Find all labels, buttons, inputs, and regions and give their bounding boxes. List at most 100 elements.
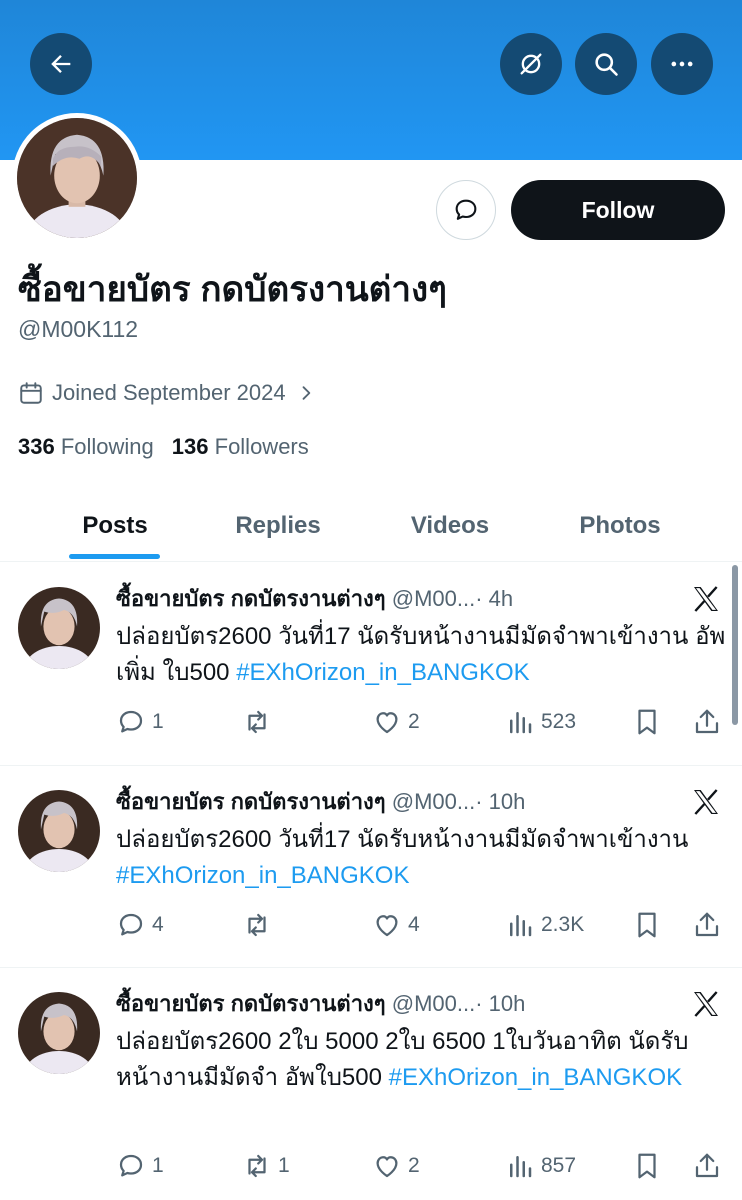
- post-author-name[interactable]: ซื้อขายบัตร กดบัตรงานต่างๆ: [116, 991, 386, 1016]
- post-text: ปล่อยบัตร2600 2ใบ 5000 2ใบ 6500 1ใบวันอา…: [116, 1024, 728, 1096]
- post-hashtag[interactable]: #EXhOrizon_in_BANGKOK: [236, 659, 529, 686]
- repost-icon: [248, 913, 266, 937]
- post-item[interactable]: ซื้อขายบัตร กดบัตรงานต่างๆ @M00...· 10h …: [0, 766, 742, 968]
- post-actions: 1 2 523: [116, 702, 728, 742]
- views-button[interactable]: 2.3K: [505, 905, 584, 945]
- repost-count: 1: [278, 1154, 290, 1177]
- views-icon: [510, 915, 532, 937]
- followers-count: 136: [171, 434, 209, 459]
- profile-avatar[interactable]: [12, 113, 142, 243]
- post-text: ปล่อยบัตร2600 วันที่17 นัดรับหน้างานมีมั…: [116, 619, 728, 691]
- repost-button[interactable]: [242, 905, 278, 945]
- heart-icon: [376, 915, 398, 937]
- message-icon: [455, 199, 477, 220]
- x-logo-icon: [694, 991, 718, 1017]
- arrow-left-icon: [51, 55, 71, 73]
- post-header: ซื้อขายบัตร กดบัตรงานต่างๆ @M00...· 4h: [116, 581, 513, 616]
- bookmark-icon: [638, 1153, 656, 1179]
- post-avatar[interactable]: [18, 790, 100, 872]
- tab-replies[interactable]: Replies: [203, 490, 353, 562]
- post-item[interactable]: ซื้อขายบัตร กดบัตรงานต่างๆ @M00...· 10h …: [0, 968, 742, 1200]
- bookmark-button[interactable]: [632, 905, 668, 945]
- reply-button[interactable]: 1: [116, 702, 164, 742]
- post-author-name[interactable]: ซื้อขายบัตร กดบัตรงานต่างๆ: [116, 789, 386, 814]
- post-item[interactable]: ซื้อขายบัตร กดบัตรงานต่างๆ @M00...· 4h ป…: [0, 563, 742, 766]
- share-button[interactable]: [692, 1146, 728, 1186]
- repost-button[interactable]: 1: [242, 1146, 290, 1186]
- post-time[interactable]: · 10h: [475, 789, 525, 814]
- follow-button[interactable]: Follow: [511, 180, 725, 240]
- calendar-icon: [20, 382, 42, 404]
- following-count: 336: [18, 434, 55, 459]
- heart-icon: [376, 1156, 398, 1178]
- reply-button[interactable]: 4: [116, 905, 164, 945]
- following-label: Following: [60, 434, 154, 459]
- post-author-handle[interactable]: @M00...: [392, 789, 475, 814]
- repost-button[interactable]: [242, 702, 278, 742]
- like-count: 2: [408, 710, 420, 733]
- repost-icon: [248, 710, 266, 734]
- heart-icon: [376, 712, 398, 734]
- reply-icon: [119, 913, 143, 936]
- repost-icon: [248, 1154, 266, 1178]
- share-button[interactable]: [692, 702, 728, 742]
- like-button[interactable]: 2: [372, 1146, 420, 1186]
- tab-posts[interactable]: Posts: [40, 490, 190, 562]
- avatar-image: [18, 790, 100, 872]
- reply-button[interactable]: 1: [116, 1146, 164, 1186]
- post-time[interactable]: · 10h: [475, 991, 525, 1016]
- post-time[interactable]: · 4h: [475, 586, 513, 611]
- views-button[interactable]: 857: [505, 1146, 576, 1186]
- bookmark-button[interactable]: [632, 702, 668, 742]
- avatar-image: [17, 118, 137, 238]
- profile-handle: @M00K112: [18, 316, 139, 342]
- post-avatar[interactable]: [18, 587, 100, 669]
- following-link[interactable]: 336 Following: [18, 434, 154, 459]
- bookmark-icon: [638, 912, 656, 938]
- tab-videos[interactable]: Videos: [375, 490, 525, 562]
- message-button[interactable]: [436, 180, 496, 240]
- like-count: 4: [408, 913, 420, 936]
- share-button[interactable]: [692, 905, 728, 945]
- view-count: 2.3K: [541, 913, 585, 936]
- views-button[interactable]: 523: [505, 702, 576, 742]
- chevron-right-icon: [302, 386, 310, 400]
- avatar-image: [18, 587, 100, 669]
- followers-link[interactable]: 136 Followers: [172, 434, 309, 459]
- joined-date[interactable]: Joined September 2024: [18, 380, 316, 406]
- avatar-image: [18, 992, 100, 1074]
- profile-display-name: ซื้อขายบัตร กดบัตรงานต่างๆ: [18, 270, 447, 309]
- share-icon: [695, 912, 719, 937]
- more-options-button[interactable]: [651, 33, 713, 95]
- post-hashtag[interactable]: #EXhOrizon_in_BANGKOK: [116, 862, 409, 889]
- back-button[interactable]: [30, 33, 92, 95]
- post-hashtag[interactable]: #EXhOrizon_in_BANGKOK: [389, 1064, 682, 1091]
- bookmark-button[interactable]: [632, 1146, 668, 1186]
- post-author-handle[interactable]: @M00...: [392, 991, 475, 1016]
- like-button[interactable]: 2: [372, 702, 420, 742]
- views-icon: [510, 1156, 532, 1178]
- reply-count: 4: [152, 913, 164, 936]
- x-logo-icon: [694, 789, 718, 815]
- post-actions: 1 1 2 857: [116, 1146, 728, 1186]
- reply-count: 1: [152, 1154, 164, 1177]
- search-icon: [595, 53, 618, 76]
- notifications-button[interactable]: [500, 33, 562, 95]
- post-header: ซื้อขายบัตร กดบัตรงานต่างๆ @M00...· 10h: [116, 784, 525, 819]
- reply-icon: [119, 710, 143, 733]
- view-count: 857: [541, 1154, 577, 1177]
- bell-slash-icon: [520, 53, 542, 75]
- share-icon: [695, 1153, 719, 1178]
- post-header: ซื้อขายบัตร กดบัตรงานต่างๆ @M00...· 10h: [116, 986, 525, 1021]
- post-avatar[interactable]: [18, 992, 100, 1074]
- post-author-name[interactable]: ซื้อขายบัตร กดบัตรงานต่างๆ: [116, 586, 386, 611]
- profile-tabs: Posts Replies Videos Photos: [0, 490, 742, 562]
- reply-icon: [119, 1154, 143, 1177]
- post-body: ปล่อยบัตร2600 วันที่17 นัดรับหน้างานมีมั…: [116, 826, 689, 853]
- post-author-handle[interactable]: @M00...: [392, 586, 475, 611]
- tab-photos[interactable]: Photos: [545, 490, 695, 562]
- active-tab-indicator: [69, 554, 160, 559]
- like-button[interactable]: 4: [372, 905, 420, 945]
- search-button[interactable]: [575, 33, 637, 95]
- more-icon: [671, 61, 693, 67]
